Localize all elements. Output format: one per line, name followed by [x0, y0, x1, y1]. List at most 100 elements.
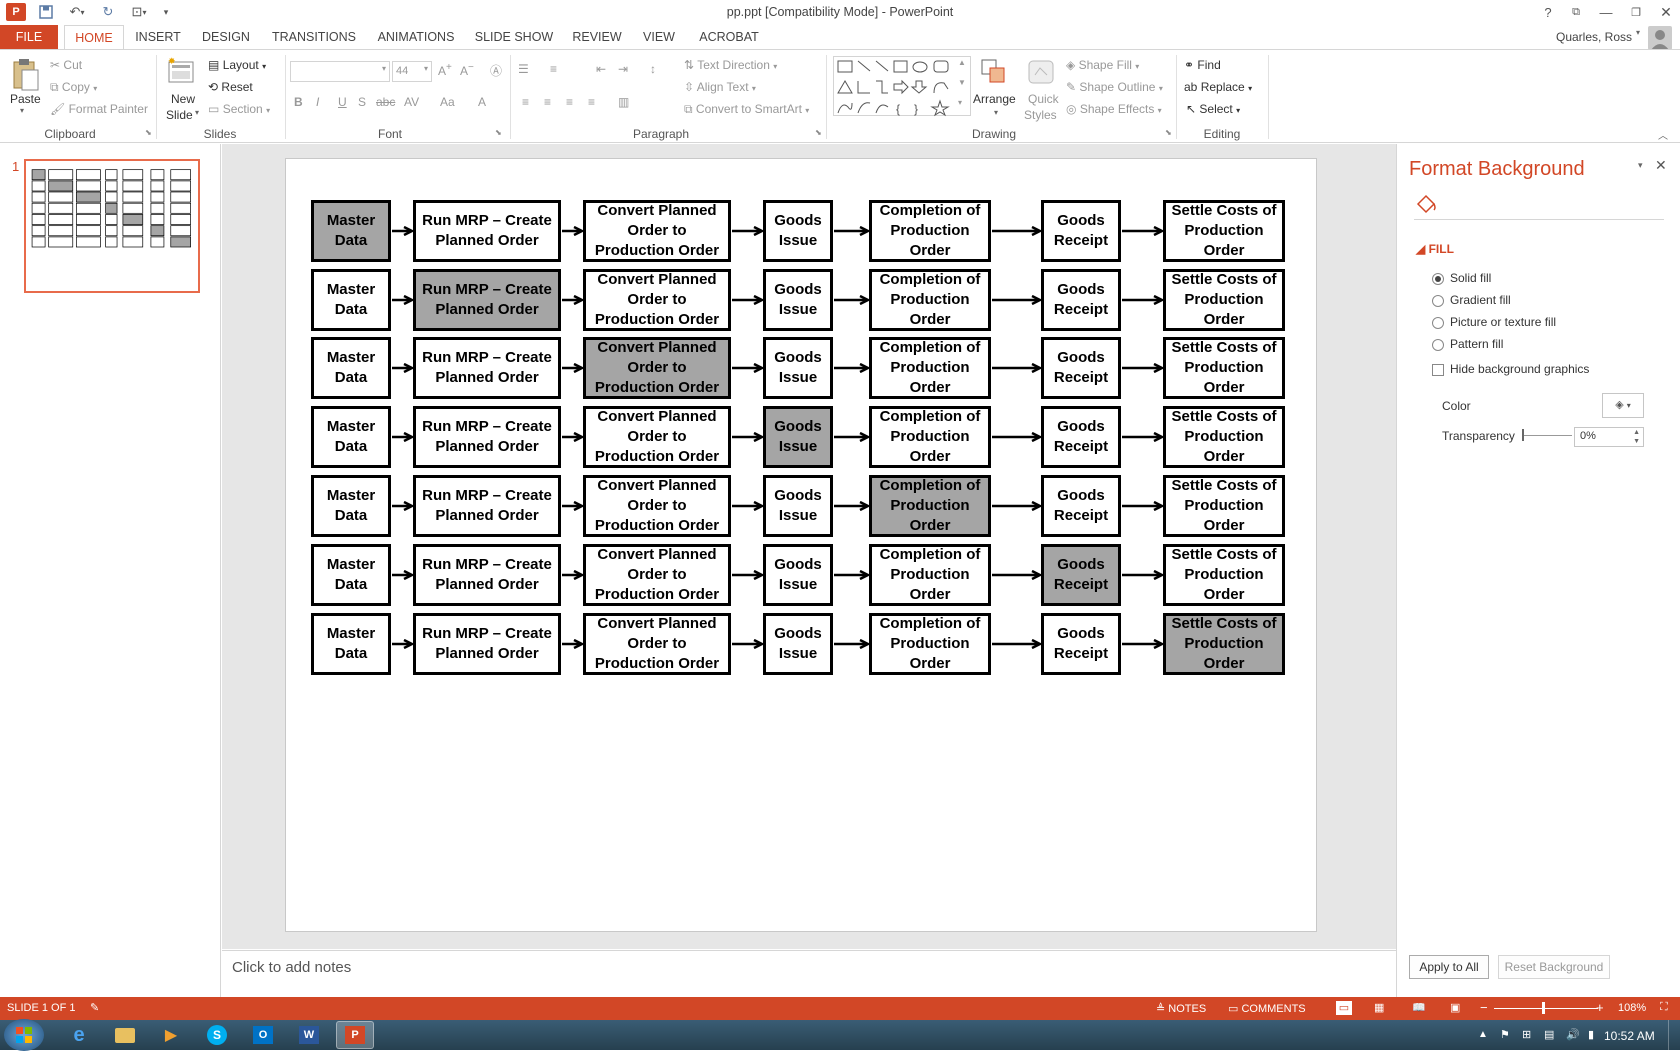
slide-canvas[interactable]: Master Data Run MRP – Create Planned Orde… [285, 158, 1317, 932]
zoom-out-icon[interactable]: − [1480, 1000, 1488, 1015]
zoom-in-icon[interactable]: + [1596, 1000, 1604, 1015]
file-explorer-icon[interactable] [106, 1021, 144, 1049]
word-icon[interactable]: W [290, 1021, 328, 1049]
step-completion[interactable]: Completion of Production Order [869, 337, 991, 399]
shrink-font-icon[interactable]: A− [460, 62, 474, 78]
font-family-combo[interactable]: ▾ [290, 61, 390, 82]
flag-icon[interactable]: ⚑ [1500, 1028, 1510, 1041]
reset-button[interactable]: ⟲ Reset [208, 80, 253, 94]
start-button-icon[interactable] [4, 1019, 44, 1051]
gallery-more-icon[interactable]: ▾ [958, 98, 962, 107]
gallery-down-icon[interactable]: ▼ [958, 78, 966, 87]
ribbon-display-icon[interactable]: ⧉ [1566, 3, 1586, 21]
increase-indent-icon[interactable]: ⇥ [618, 62, 628, 76]
gradient-fill-radio[interactable]: Gradient fill [1432, 293, 1511, 307]
internet-explorer-icon[interactable]: e [60, 1021, 98, 1049]
new-slide-label-2[interactable]: Slide [166, 108, 193, 122]
align-right-icon[interactable]: ≡ [566, 95, 573, 109]
reset-background-button[interactable]: Reset Background [1498, 955, 1610, 979]
step-convert-order[interactable]: Convert Planned Order to Production Orde… [583, 544, 731, 606]
pattern-fill-radio[interactable]: Pattern fill [1432, 337, 1503, 351]
step-goods-receipt[interactable]: Goods Receipt [1041, 200, 1121, 262]
replace-button[interactable]: ab Replace ▾ [1184, 80, 1252, 94]
arrange-chevron-icon[interactable]: ▾ [994, 108, 998, 117]
step-convert-order[interactable]: Convert Planned Order to Production Orde… [583, 613, 731, 675]
align-center-icon[interactable]: ≡ [544, 95, 551, 109]
step-run-mrp[interactable]: Run MRP – Create Planned Order [413, 337, 561, 399]
find-button[interactable]: ⚭ Find [1184, 58, 1221, 72]
shape-fill-button[interactable]: ◈ Shape Fill ▾ [1066, 58, 1139, 72]
bullets-icon[interactable]: ☰ [518, 62, 529, 76]
step-completion[interactable]: Completion of Production Order [869, 544, 991, 606]
shape-effects-button[interactable]: ◎ Shape Effects ▾ [1066, 102, 1162, 116]
drawing-launcher-icon[interactable]: ⬊ [1165, 128, 1172, 137]
step-convert-order[interactable]: Convert Planned Order to Production Orde… [583, 200, 731, 262]
step-goods-issue[interactable]: Goods Issue [763, 406, 833, 468]
tab-acrobat[interactable]: ACROBAT [694, 25, 764, 50]
step-convert-order[interactable]: Convert Planned Order to Production Orde… [583, 406, 731, 468]
step-goods-issue[interactable]: Goods Issue [763, 200, 833, 262]
hide-bg-graphics-checkbox[interactable]: Hide background graphics [1432, 362, 1589, 376]
picture-fill-radio[interactable]: Picture or texture fill [1432, 315, 1556, 329]
undo-icon[interactable]: ↶ ▾ [64, 3, 90, 21]
reading-view-icon[interactable]: 📖 [1412, 1001, 1426, 1014]
align-text-button[interactable]: ⇳ Align Text ▾ [684, 80, 756, 94]
quick-styles-icon[interactable] [1026, 58, 1056, 88]
step-run-mrp[interactable]: Run MRP – Create Planned Order [413, 613, 561, 675]
step-goods-receipt[interactable]: Goods Receipt [1041, 475, 1121, 537]
outlook-icon[interactable]: O [244, 1021, 282, 1049]
step-master-data[interactable]: Master Data [311, 613, 391, 675]
convert-smartart-button[interactable]: ⧉ Convert to SmartArt ▾ [684, 102, 809, 117]
show-desktop-button[interactable] [1668, 1020, 1680, 1050]
step-completion[interactable]: Completion of Production Order [869, 200, 991, 262]
clipboard-launcher-icon[interactable]: ⬊ [145, 128, 152, 137]
save-icon[interactable] [36, 3, 56, 21]
network-icon[interactable]: ▤ [1544, 1028, 1554, 1041]
shapes-gallery[interactable]: {} [833, 56, 971, 117]
restore-icon[interactable]: ❐ [1626, 3, 1646, 21]
notes-button[interactable]: ≜ NOTES [1156, 1002, 1206, 1015]
step-convert-order[interactable]: Convert Planned Order to Production Orde… [583, 337, 731, 399]
bold-icon[interactable]: B [294, 95, 303, 109]
step-goods-issue[interactable]: Goods Issue [763, 269, 833, 331]
paste-chevron-icon[interactable]: ▾ [20, 106, 24, 115]
new-slide-label[interactable]: New [171, 92, 195, 106]
cut-button[interactable]: ✂ Cut [50, 58, 82, 72]
section-button[interactable]: ▭ Section ▾ [208, 102, 270, 116]
layout-button[interactable]: ▤ Layout ▾ [208, 58, 266, 72]
tab-transitions[interactable]: TRANSITIONS [268, 25, 360, 50]
skype-icon[interactable]: S [198, 1021, 236, 1049]
new-slide-chevron-icon[interactable]: ▾ [195, 108, 199, 117]
step-goods-issue[interactable]: Goods Issue [763, 337, 833, 399]
quick-styles-label[interactable]: Quick [1028, 92, 1059, 106]
pane-options-chevron-icon[interactable]: ▾ [1638, 160, 1643, 171]
step-goods-issue[interactable]: Goods Issue [763, 475, 833, 537]
step-run-mrp[interactable]: Run MRP – Create Planned Order [413, 269, 561, 331]
step-master-data[interactable]: Master Data [311, 269, 391, 331]
font-size-combo[interactable]: 44 ▾ [392, 61, 432, 82]
shadow-icon[interactable]: S [358, 95, 366, 109]
step-goods-receipt[interactable]: Goods Receipt [1041, 613, 1121, 675]
clear-formatting-icon[interactable]: Ⓐ [490, 62, 502, 79]
align-left-icon[interactable]: ≡ [522, 95, 529, 109]
spell-check-icon[interactable]: ✎ [90, 1001, 99, 1014]
underline-icon[interactable]: U [338, 95, 347, 109]
step-master-data[interactable]: Master Data [311, 337, 391, 399]
help-icon[interactable]: ? [1538, 3, 1558, 21]
comments-button[interactable]: ▭ COMMENTS [1228, 1002, 1306, 1015]
media-player-icon[interactable]: ▶ [152, 1021, 190, 1049]
close-pane-icon[interactable]: ✕ [1655, 157, 1667, 174]
arrange-label[interactable]: Arrange [973, 92, 1016, 106]
step-goods-receipt[interactable]: Goods Receipt [1041, 337, 1121, 399]
transparency-input[interactable]: 0% ▲ ▼ [1574, 427, 1644, 447]
slideshow-view-icon[interactable]: ▣ [1450, 1001, 1460, 1014]
step-master-data[interactable]: Master Data [311, 544, 391, 606]
fill-section-header[interactable]: ◢ FILL [1416, 242, 1454, 256]
transparency-slider-thumb[interactable] [1522, 429, 1524, 441]
decrease-indent-icon[interactable]: ⇤ [596, 62, 606, 76]
slide-sorter-icon[interactable]: ▦ [1374, 1001, 1384, 1014]
step-convert-order[interactable]: Convert Planned Order to Production Orde… [583, 475, 731, 537]
fit-slide-icon[interactable]: ⛶ [1660, 1001, 1668, 1014]
customize-toolbar-icon[interactable]: ▾ [156, 3, 176, 21]
apply-to-all-button[interactable]: Apply to All [1409, 955, 1489, 979]
